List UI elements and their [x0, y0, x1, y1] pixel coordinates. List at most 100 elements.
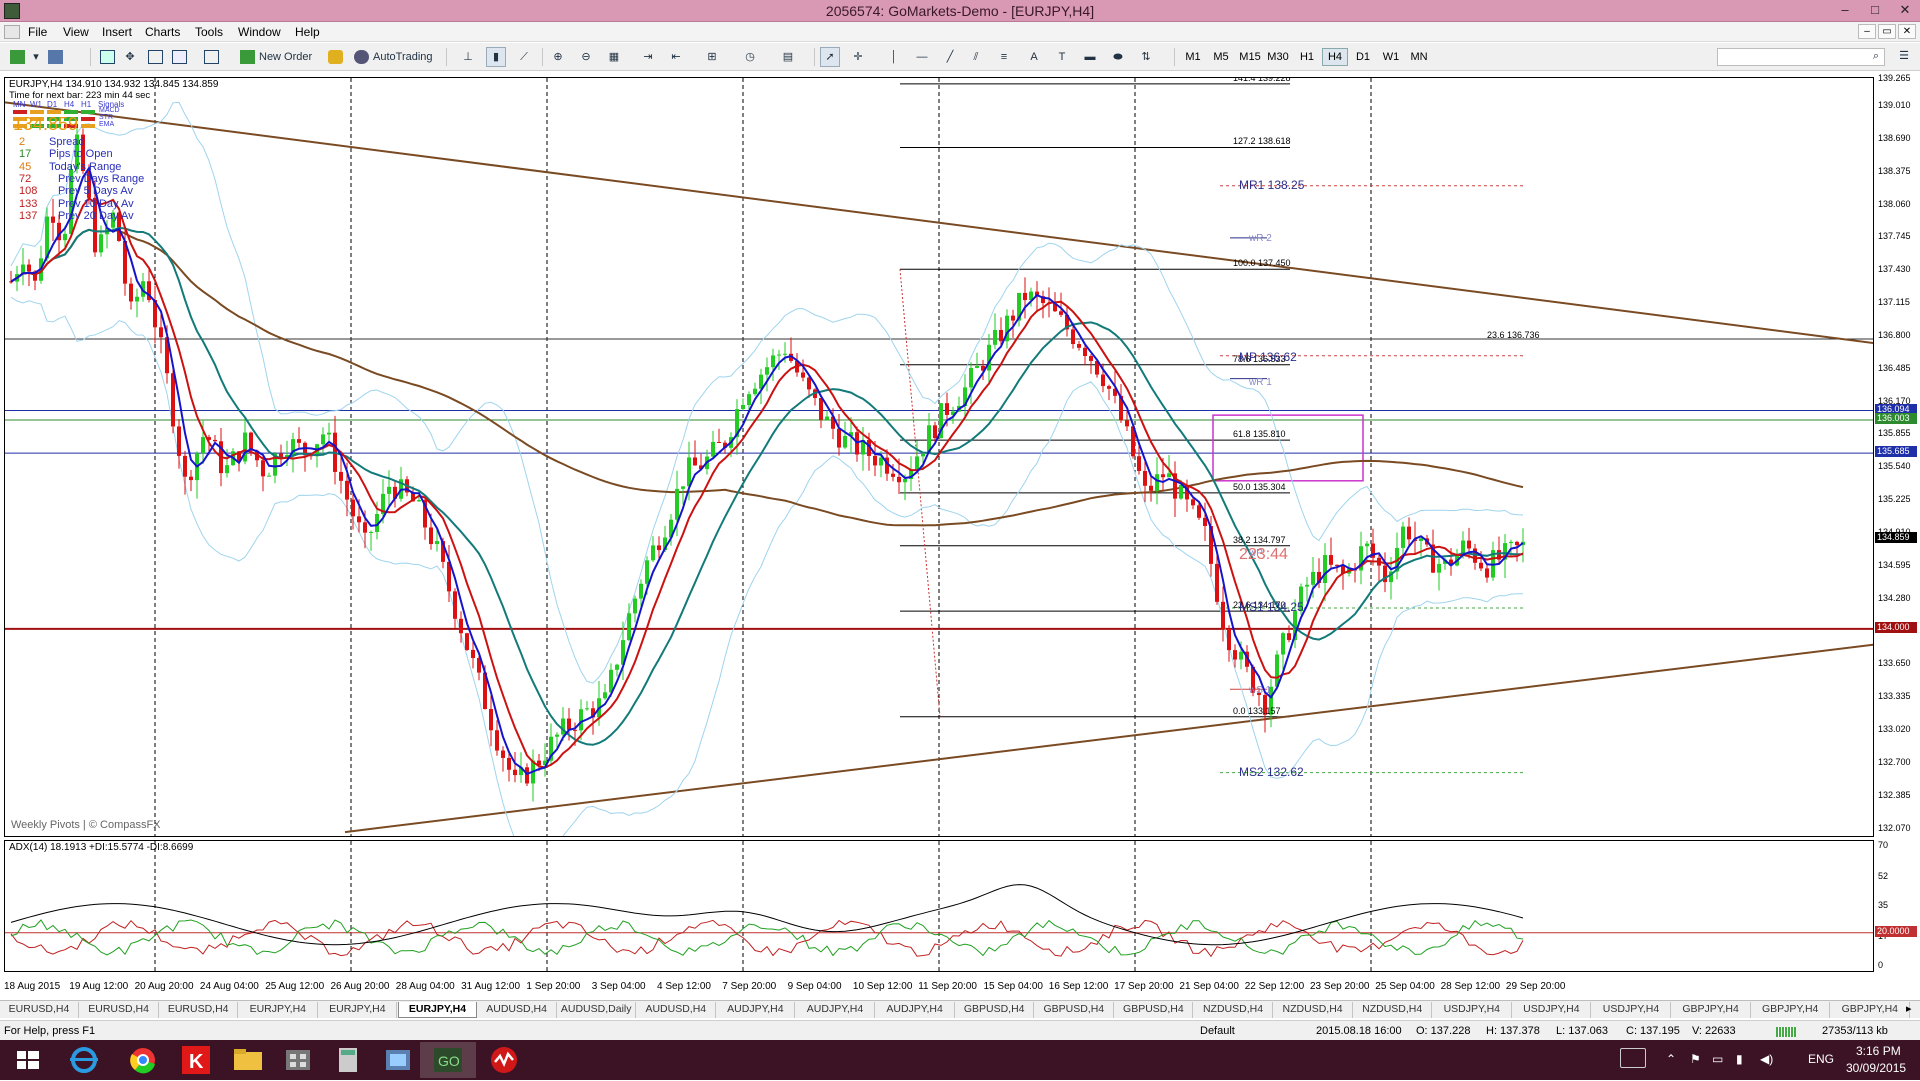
- chart-tab[interactable]: USDJPY,H4: [1592, 1002, 1671, 1018]
- timeframe-m30[interactable]: M30: [1264, 48, 1292, 66]
- chart-tab[interactable]: AUDUSD,H4: [637, 1002, 716, 1018]
- horizontal-line-icon[interactable]: —: [912, 47, 932, 67]
- chart-tab[interactable]: AUDJPY,H4: [796, 1002, 875, 1018]
- timeframe-d1[interactable]: D1: [1350, 48, 1376, 66]
- menu-view[interactable]: View: [63, 25, 89, 39]
- chart-tab[interactable]: GBPUSD,H4: [955, 1002, 1035, 1018]
- mdi-restore-button[interactable]: ▭: [1878, 24, 1896, 39]
- chart-tab[interactable]: GBPUSD,H4: [1114, 1002, 1194, 1018]
- close-button[interactable]: ✕: [1890, 0, 1920, 20]
- chart-tab[interactable]: NZDUSD,H4: [1353, 1002, 1433, 1018]
- language-indicator[interactable]: ENG: [1808, 1052, 1834, 1066]
- clock-time[interactable]: 3:16 PM: [1856, 1044, 1901, 1058]
- chrome-icon[interactable]: [115, 1042, 171, 1078]
- chart-tab[interactable]: AUDJPY,H4: [716, 1002, 796, 1018]
- chart-tab[interactable]: EURUSD,H4: [159, 1002, 239, 1018]
- chart-tab[interactable]: GBPJPY,H4: [1672, 1002, 1751, 1018]
- timeframe-h1[interactable]: H1: [1294, 48, 1320, 66]
- start-button[interactable]: [0, 1042, 56, 1078]
- chart-tab[interactable]: USDJPY,H4: [1512, 1002, 1592, 1018]
- search-input[interactable]: [1717, 48, 1885, 66]
- chart-tab[interactable]: EURJPY,H4: [239, 1002, 318, 1018]
- auto-scroll-icon[interactable]: ⇥: [638, 47, 658, 67]
- restore-button[interactable]: □: [1860, 0, 1890, 20]
- channel-icon[interactable]: ⫽: [966, 47, 986, 67]
- rectangle-icon[interactable]: ▬: [1080, 47, 1100, 67]
- new-chart-icon[interactable]: [6, 47, 26, 67]
- chart-tab[interactable]: NZDUSD,H4: [1274, 1002, 1353, 1018]
- new-order-button[interactable]: New Order: [236, 47, 317, 67]
- chart-tab[interactable]: EURJPY,H4: [398, 1002, 477, 1018]
- adx-indicator-panel[interactable]: ADX(14) 18.1913 +DI:15.5774 -DI:8.6699: [4, 840, 1874, 972]
- zoom-in-icon[interactable]: ⊕: [548, 47, 568, 67]
- clock-date[interactable]: 30/09/2015: [1846, 1061, 1906, 1075]
- chart-tab[interactable]: AUDUSD,H4: [478, 1002, 557, 1018]
- k-app-icon[interactable]: K: [168, 1042, 224, 1078]
- new-chart-dropdown-icon[interactable]: ▾: [26, 47, 46, 67]
- chart-tab[interactable]: EURUSD,H4: [0, 1002, 79, 1018]
- timeframe-w1[interactable]: W1: [1378, 48, 1404, 66]
- data-window-icon[interactable]: ✥: [120, 47, 140, 67]
- internet-explorer-icon[interactable]: [56, 1042, 112, 1078]
- zoom-out-icon[interactable]: ⊖: [576, 47, 596, 67]
- tile-windows-icon[interactable]: ▦: [604, 47, 624, 67]
- chart-tab[interactable]: GBPJPY,H4: [1751, 1002, 1831, 1018]
- options-icon[interactable]: ☰: [1894, 46, 1914, 66]
- market-watch-icon[interactable]: [96, 47, 116, 67]
- battery-icon[interactable]: ▭: [1712, 1052, 1723, 1066]
- flag-icon[interactable]: ⚑: [1690, 1052, 1701, 1066]
- timeframe-m15[interactable]: M15: [1236, 48, 1264, 66]
- menu-window[interactable]: Window: [238, 25, 281, 39]
- network-icon[interactable]: ▮: [1736, 1052, 1743, 1066]
- chart-tab[interactable]: GBPJPY,H4: [1831, 1002, 1910, 1018]
- arrows-icon[interactable]: ⇅: [1136, 47, 1156, 67]
- menu-tools[interactable]: Tools: [195, 25, 223, 39]
- crosshair-icon[interactable]: ✛: [848, 47, 868, 67]
- timeframe-m5[interactable]: M5: [1208, 48, 1234, 66]
- mdi-close-button[interactable]: ✕: [1898, 24, 1916, 39]
- calculator-icon[interactable]: [320, 1042, 376, 1078]
- indicators-icon[interactable]: ⊞: [702, 47, 722, 67]
- tray-chevron-icon[interactable]: ⌃: [1666, 1052, 1676, 1066]
- vertical-line-icon[interactable]: │: [884, 47, 904, 67]
- chart-window-icon[interactable]: [4, 25, 20, 39]
- menu-help[interactable]: Help: [295, 25, 320, 39]
- bar-chart-icon[interactable]: ⊥: [458, 47, 478, 67]
- fibonacci-icon[interactable]: ≡: [994, 47, 1014, 67]
- terminal-icon[interactable]: [168, 47, 188, 67]
- search-icon[interactable]: ⌕: [1866, 46, 1886, 66]
- metaeditor-icon[interactable]: [324, 47, 344, 67]
- keyboard-icon[interactable]: [1620, 1048, 1646, 1068]
- chart-tab[interactable]: AUDUSD,Daily: [557, 1002, 637, 1018]
- chart-tab[interactable]: EURJPY,H4: [318, 1002, 398, 1018]
- templates-icon[interactable]: ▤: [778, 47, 798, 67]
- chart-shift-icon[interactable]: ⇤: [666, 47, 686, 67]
- candlestick-icon[interactable]: ▮: [486, 47, 506, 67]
- tabs-scroll-icon[interactable]: ▸: [1906, 1002, 1912, 1015]
- chart-tab[interactable]: NZDUSD,H4: [1194, 1002, 1273, 1018]
- periods-icon[interactable]: ◷: [740, 47, 760, 67]
- price-scale[interactable]: 139.265 139.010 138.690 138.375 138.060 137.7…: [1874, 73, 1920, 837]
- price-chart[interactable]: EURJPY,H4 134.910 134.932 134.845 134.85…: [4, 77, 1874, 837]
- chart-tab[interactable]: GBPUSD,H4: [1035, 1002, 1114, 1018]
- mdi-minimize-button[interactable]: –: [1858, 24, 1876, 39]
- app-grid-icon[interactable]: [270, 1042, 326, 1078]
- ellipse-icon[interactable]: ⬬: [1108, 47, 1128, 67]
- trading-app-icon[interactable]: [476, 1042, 532, 1078]
- network-app-icon[interactable]: [370, 1042, 426, 1078]
- chart-tab[interactable]: AUDJPY,H4: [876, 1002, 955, 1018]
- menu-insert[interactable]: Insert: [102, 25, 132, 39]
- volume-icon[interactable]: ◀): [1760, 1052, 1773, 1066]
- minimize-button[interactable]: –: [1830, 0, 1860, 20]
- navigator-icon[interactable]: [144, 47, 164, 67]
- price-chart-canvas[interactable]: [5, 78, 1874, 837]
- line-chart-icon[interactable]: ⟋: [514, 47, 534, 67]
- text-label-icon[interactable]: T: [1052, 47, 1072, 67]
- trendline-icon[interactable]: ╱: [940, 47, 960, 67]
- chart-tab[interactable]: USDJPY,H4: [1433, 1002, 1512, 1018]
- text-icon[interactable]: A: [1024, 47, 1044, 67]
- metatrader-taskbar-icon[interactable]: GO: [420, 1042, 476, 1078]
- adx-indicator-canvas[interactable]: [5, 841, 1874, 972]
- cursor-icon[interactable]: ➚: [820, 47, 840, 67]
- chart-tab[interactable]: EURUSD,H4: [80, 1002, 159, 1018]
